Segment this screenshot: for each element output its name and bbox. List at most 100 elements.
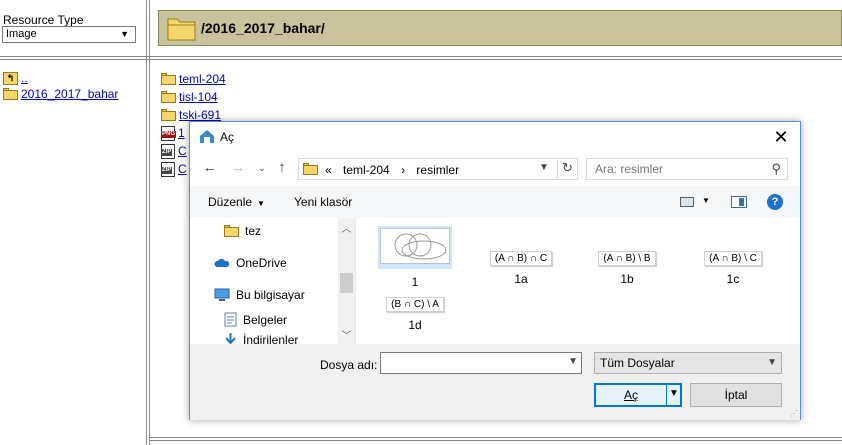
folder-icon <box>161 73 176 85</box>
nav-item-documents[interactable]: Belgeler <box>224 312 287 327</box>
file-type-select[interactable]: Tüm Dosyalar ▼ <box>594 352 782 374</box>
chevron-down-icon[interactable]: ▼ <box>539 162 549 173</box>
breadcrumb-overflow[interactable]: « <box>325 163 332 177</box>
list-item-link[interactable]: C <box>178 162 187 176</box>
file-type-value: Tüm Dosyalar <box>600 356 675 370</box>
download-icon <box>225 333 236 344</box>
help-icon[interactable]: ? <box>767 194 783 210</box>
search-box[interactable]: ⚲ <box>586 158 788 180</box>
view-options-icon[interactable] <box>680 197 694 207</box>
folder-icon <box>303 163 318 175</box>
frame-divider <box>0 59 842 60</box>
scrollbar-thumb[interactable] <box>340 273 353 293</box>
file-name-field[interactable]: ▼ <box>380 352 582 374</box>
chevron-down-icon[interactable]: ▼ <box>669 388 679 399</box>
tree-item-label[interactable]: .. <box>21 71 28 85</box>
breadcrumb-item[interactable]: resimler <box>416 163 459 177</box>
frame-divider <box>150 437 842 438</box>
venn-diagram-thumbnail <box>380 228 450 264</box>
frame-divider <box>146 0 147 445</box>
navigation-pane: tez OneDrive Bu bilgisayar Belgeler İndi… <box>190 218 356 344</box>
resource-type-panel: Resource Type Image ▼ <box>0 0 146 56</box>
address-bar[interactable]: « teml-204 › resimler ▼ ↻ <box>298 158 578 180</box>
file-tile-1[interactable]: 1 <box>363 226 467 289</box>
navigation-scrollbar[interactable]: ︿ ﹀ <box>338 218 355 344</box>
list-item[interactable]: tisl-104 <box>161 88 226 106</box>
zip-file-icon: ZIP <box>161 161 175 177</box>
list-item-link[interactable]: C <box>178 144 187 158</box>
page-title: /2016_2017_bahar/ <box>201 20 325 36</box>
frame-divider <box>150 440 842 441</box>
resource-type-value: Image <box>6 28 37 40</box>
tree-item-current[interactable]: 2016_2017_bahar <box>3 86 118 102</box>
preview-pane-icon[interactable] <box>731 196 747 208</box>
nav-item-tez[interactable]: tez <box>224 224 261 238</box>
search-icon: ⚲ <box>771 161 781 176</box>
cancel-button[interactable]: İptal <box>690 383 782 407</box>
list-item[interactable]: teml-204 <box>161 70 226 88</box>
dialog-title: Aç <box>220 130 235 144</box>
nav-item-this-pc[interactable]: Bu bilgisayar <box>214 288 305 302</box>
split-divider <box>666 385 667 405</box>
resource-type-select[interactable]: Image ▼ <box>2 26 136 43</box>
open-file-dialog: Aç ✕ ← → ⌄ ↑ « teml-204 › resimler ▼ ↻ ⚲… <box>189 121 801 420</box>
list-item-link[interactable]: 1 <box>178 126 185 140</box>
file-tile-1a[interactable]: (A ∩ B) ∩ C 1a <box>469 250 573 286</box>
folder-icon <box>224 225 239 237</box>
chevron-down-icon[interactable]: ▼ <box>702 196 710 205</box>
file-name-label: Dosya adı: <box>320 358 378 372</box>
nav-item-label: Bu bilgisayar <box>236 288 305 302</box>
list-item-link[interactable]: teml-204 <box>179 72 226 86</box>
cloud-icon <box>214 258 230 267</box>
file-thumbnail <box>378 226 452 269</box>
forward-arrow-icon[interactable]: → <box>228 159 248 176</box>
scroll-down-icon[interactable]: ﹀ <box>338 327 355 342</box>
nav-item-label: İndirilenler <box>243 332 299 345</box>
nav-item-downloads[interactable]: İndirilenler <box>224 332 298 344</box>
chevron-down-icon[interactable]: ▼ <box>568 356 578 367</box>
back-arrow-icon[interactable]: ← <box>200 159 220 176</box>
file-name-input[interactable] <box>385 353 565 373</box>
refresh-icon[interactable]: ↻ <box>557 160 577 178</box>
folder-icon <box>161 91 176 103</box>
file-thumbnail: (A ∩ B) \ C <box>704 251 762 266</box>
nav-item-label: tez <box>245 224 262 238</box>
recent-locations-chevron-icon[interactable]: ⌄ <box>252 163 272 174</box>
file-tile-1b[interactable]: (A ∩ B) \ B 1b <box>575 250 679 286</box>
tree-item-label[interactable]: 2016_2017_bahar <box>21 87 118 101</box>
nav-item-label: OneDrive <box>236 256 287 270</box>
close-icon[interactable]: ✕ <box>768 126 794 148</box>
file-tile-1d[interactable]: (B ∩ C) \ A 1d <box>363 296 467 332</box>
dialog-toolbar: Düzenle ▼ Yeni klasör ▼ ? <box>190 186 800 218</box>
file-thumbnail: (A ∩ B) \ B <box>598 251 656 266</box>
file-thumbnail: (B ∩ C) \ A <box>386 297 444 312</box>
resource-type-label: Resource Type <box>3 13 84 27</box>
breadcrumb-separator[interactable]: › <box>401 163 405 177</box>
dialog-title-bar: Aç ✕ <box>190 122 800 152</box>
breadcrumb-item[interactable]: teml-204 <box>343 163 390 177</box>
chevron-down-icon: ▼ <box>120 29 129 39</box>
new-folder-button[interactable]: Yeni klasör <box>294 195 352 209</box>
file-name: 1d <box>408 318 422 332</box>
chevron-down-icon: ▼ <box>257 199 265 208</box>
zip-file-icon: ZIP <box>161 143 175 159</box>
search-input[interactable] <box>595 160 765 178</box>
nav-item-onedrive[interactable]: OneDrive <box>214 256 287 270</box>
file-thumbnail: (A ∩ B) ∩ C <box>489 251 553 266</box>
documents-icon <box>224 312 237 327</box>
file-tile-1c[interactable]: (A ∩ B) \ C 1c <box>681 250 785 286</box>
organize-button[interactable]: Düzenle ▼ <box>208 195 265 209</box>
scroll-up-icon[interactable]: ︿ <box>338 220 355 235</box>
tree-item-parent[interactable]: ↰ .. <box>3 70 118 86</box>
frame-divider <box>0 56 842 57</box>
navigation-row: ← → ⌄ ↑ « teml-204 › resimler ▼ ↻ ⚲ <box>190 152 800 186</box>
folder-icon <box>167 18 196 41</box>
list-item-link[interactable]: tisl-104 <box>179 90 218 104</box>
resize-grip-icon[interactable]: ⋰ <box>790 409 798 418</box>
open-button[interactable]: Aç ▼ <box>594 383 682 407</box>
up-arrow-icon[interactable]: ↑ <box>272 159 292 176</box>
png-file-icon: PNG <box>161 125 177 141</box>
nav-item-label: Belgeler <box>243 312 288 327</box>
list-item-link[interactable]: tski-691 <box>179 108 221 122</box>
organize-label: Düzenle <box>208 195 253 209</box>
